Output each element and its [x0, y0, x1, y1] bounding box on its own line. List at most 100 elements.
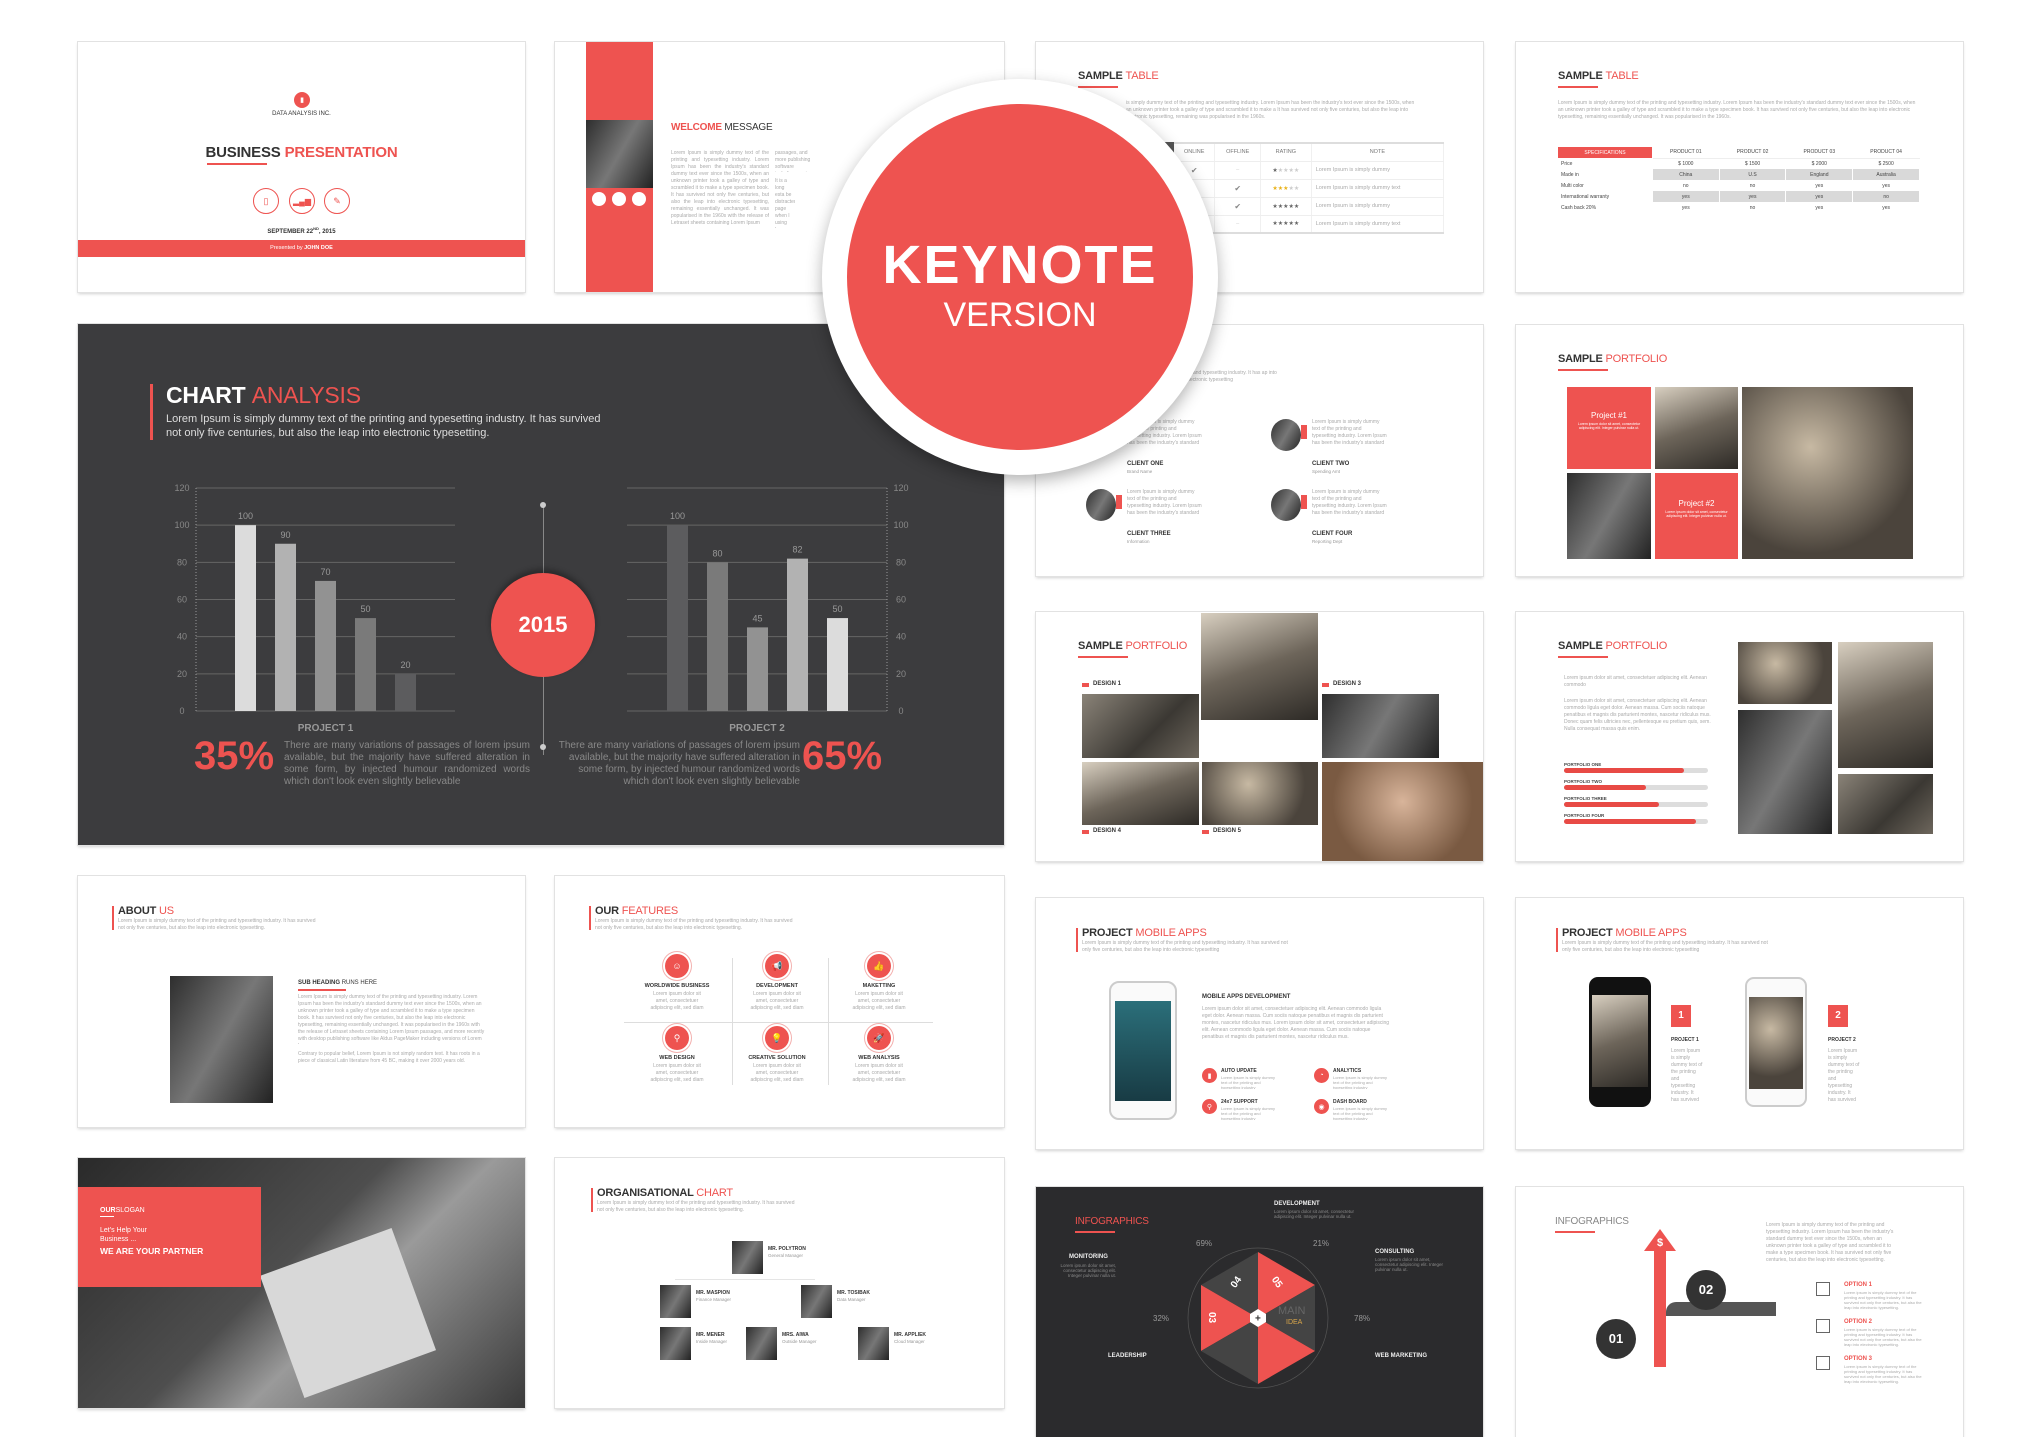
title-accent: TABLE	[1605, 70, 1639, 82]
column-header: SPECIFICATIONS	[1558, 147, 1653, 158]
project-1-tile[interactable]: Project #1 Lorem ipsum dolor sit amet, co…	[1567, 387, 1651, 469]
option-text: Lorem ipsum is simply dummy text of the …	[1844, 1290, 1922, 1310]
table-row: Cash back 20% yes no yes yes	[1558, 202, 1920, 213]
presenter-name: JOHN DOE	[304, 245, 333, 251]
person-role: Outside Manager	[782, 1339, 817, 1344]
table-row: –✔★★★★★Lorem Ipsum is simply dummy	[1174, 197, 1445, 216]
photo[interactable]	[1082, 762, 1199, 825]
keynote-badge: KEYNOTE VERSION	[822, 79, 1218, 475]
bar-chart-icon: ▂▄▆	[289, 188, 315, 214]
bar	[315, 580, 336, 711]
slide-about-us[interactable]: ABOUT US Lorem Ipsum is simply dummy tex…	[78, 876, 525, 1127]
social-icon[interactable]	[632, 192, 646, 206]
photo-accent	[1116, 495, 1122, 509]
photo[interactable]	[1201, 613, 1318, 720]
photo[interactable]	[1838, 642, 1933, 768]
pct-label: 32%	[1153, 1314, 1170, 1323]
intro-text: Lorem Ipsum is simply dummy text of the …	[1562, 940, 1768, 953]
client-avatar	[1086, 489, 1116, 521]
photo[interactable]	[1738, 642, 1832, 704]
y-tick-label: 60	[177, 595, 187, 605]
person-name: MRS. AIWA	[782, 1332, 809, 1338]
slide-our-features[interactable]: OUR FEATURES Lorem Ipsum is simply dummy…	[555, 876, 1004, 1127]
slide-infographic-light[interactable]: INFOGRAPHICS Lorem Ipsum is simply dummy…	[1516, 1187, 1963, 1437]
title-accent-bar	[1556, 928, 1558, 952]
table-cell: $ 2000	[1785, 158, 1854, 169]
welcome-text-3: It is a long esta be distracted page whe…	[775, 178, 795, 228]
photo[interactable]	[1838, 774, 1933, 834]
note-cell: Lorem Ipsum is simply dummy text	[1311, 179, 1445, 198]
slide-table-2[interactable]: SAMPLE TABLE Lorem Ipsum is simply dummy…	[1516, 42, 1963, 292]
column-header: RATING	[1260, 143, 1312, 162]
intro-text: Lorem Ipsum is simply dummy text of the …	[1558, 100, 1916, 120]
feature-text: Lorem ipsum dolor sit amet, consectetuer…	[650, 1063, 704, 1085]
notebook-photo	[259, 1227, 437, 1399]
column-header: NOTE	[1311, 143, 1445, 162]
person-name: MR. MASPION	[696, 1290, 730, 1296]
company-name: DATA ANALYSIS INC.	[272, 111, 331, 117]
welcome-text: Lorem Ipsum is simply dummy text of the …	[671, 150, 769, 226]
search-icon: ⚲	[665, 1026, 689, 1050]
offline-cell: ✔	[1214, 179, 1261, 198]
intro-text: Lorem Ipsum is simply dummy text of the …	[118, 918, 316, 931]
slide-portfolio-2[interactable]: SAMPLE PORTFOLIO DESIGN 1 DESIGN 3 DESIG…	[1036, 612, 1483, 861]
project-name: PROJECT 1	[1671, 1037, 1699, 1043]
slide-cover[interactable]: ▮ DATA ANALYSIS INC. BUSINESS PRESENTATI…	[78, 42, 525, 292]
slide-chart-analysis[interactable]: CHART ANALYSIS Lorem Ipsum is simply dum…	[78, 324, 1004, 845]
y-tick-label: 80	[896, 557, 906, 567]
person-role: Finance Manager	[696, 1297, 732, 1302]
slide-mobile-apps-1[interactable]: PROJECT MOBILE APPS Lorem Ipsum is simpl…	[1036, 898, 1483, 1149]
slide-infographic-dark[interactable]: INFOGRAPHICS + 04 05 03 MAIN IDEA DEVELO…	[1036, 1187, 1483, 1437]
photo-accent	[1301, 495, 1307, 509]
note-cell: Lorem Ipsum is simply dummy text	[1311, 215, 1445, 234]
title-dark: SAMPLE	[1078, 640, 1123, 652]
photo[interactable]	[1202, 762, 1318, 825]
column-header: PRODUCT 02	[1719, 147, 1787, 159]
sub-heading-dark: SUB HEADING	[298, 980, 341, 986]
photo[interactable]	[1082, 694, 1199, 758]
data-label: 100	[238, 511, 253, 521]
slide-portfolio-1[interactable]: SAMPLE PORTFOLIO Project #1 Lorem ipsum d…	[1516, 325, 1963, 576]
table-cell: $ 1500	[1719, 158, 1787, 169]
progress-fill	[1564, 768, 1684, 773]
photo[interactable]	[1322, 694, 1439, 758]
slide-portfolio-3[interactable]: SAMPLE PORTFOLIO Lorem ipsum dolor sit a…	[1516, 612, 1963, 861]
idea-label: IDEA	[1286, 1319, 1303, 1326]
y-tick-label: 0	[898, 706, 903, 716]
table-header-row: SPECIFICATIONS PRODUCT 01 PRODUCT 02 PRODUC…	[1558, 147, 1920, 159]
title-accent: CHART	[696, 1187, 733, 1199]
feature-text: Lorem Ipsum is simply dummy text of the …	[1221, 1106, 1276, 1120]
label-marker	[1202, 830, 1209, 834]
grid-line	[624, 1022, 933, 1023]
social-icon[interactable]	[612, 192, 626, 206]
client-name: CLIENT THREE	[1127, 531, 1171, 537]
portrait-photo	[586, 120, 653, 188]
table-cell: yes	[1785, 180, 1854, 191]
glasses-photo[interactable]	[1742, 387, 1913, 559]
laptop-photo[interactable]	[1655, 387, 1738, 469]
photo[interactable]	[1738, 710, 1832, 834]
title-dark: ORGANISATIONAL	[597, 1187, 694, 1199]
slide-mobile-apps-2[interactable]: PROJECT MOBILE APPS Lorem Ipsum is simpl…	[1516, 898, 1963, 1149]
bar-chart-icon: ▮	[1202, 1068, 1217, 1083]
road-branch	[1666, 1302, 1776, 1316]
y-tick-label: 100	[893, 520, 908, 530]
project-2-tile[interactable]: Project #2 Lorem ipsum dolor sit amet, co…	[1655, 473, 1738, 559]
slide-org-chart[interactable]: ORGANISATIONAL CHART Lorem Ipsum is simp…	[555, 1158, 1004, 1408]
slide-slogan[interactable]: OURSLOGAN Let's Help Your Business ... W…	[78, 1158, 525, 1408]
social-icon[interactable]	[592, 192, 606, 206]
y-tick-label: 0	[179, 706, 184, 716]
timeline-dot-top	[540, 502, 546, 508]
client-text: Lorem Ipsum is simply dummy text of the …	[1312, 419, 1387, 446]
man-photo[interactable]	[1567, 473, 1651, 559]
project-text: Lorem Ipsum is simply dummy text of the …	[1828, 1048, 1860, 1103]
photo[interactable]	[1322, 762, 1483, 861]
slogan-line-1: Let's Help Your	[100, 1227, 147, 1234]
slogan-line-2: Business ...	[100, 1236, 137, 1243]
body-text: Lorem Ipsum is simply dummy text of the …	[298, 994, 485, 1044]
leadership-label: LEADERSHIP	[1108, 1353, 1147, 1359]
check-icon: ✔	[1234, 183, 1242, 193]
project-text: Lorem ipsum dolor sit amet, consectetur …	[1577, 422, 1641, 430]
right-description: There are many variations of passages of…	[558, 740, 800, 787]
progress-bar	[1564, 768, 1708, 773]
